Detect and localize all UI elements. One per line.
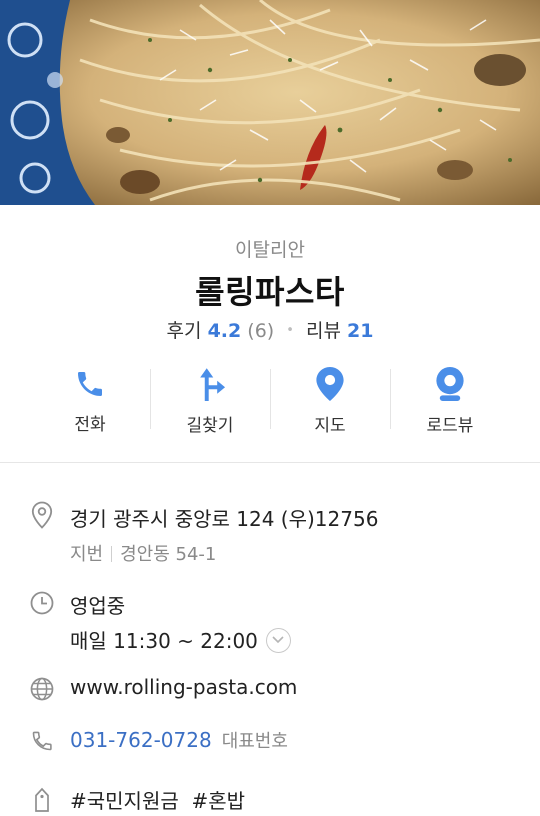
tag-list: #국민지원금 #혼밥 [70,785,245,814]
rating-count: (6) [247,320,275,342]
phone-outline-icon [30,729,54,757]
address-text: 경기 광주시 중앙로 124 (우)12756 [70,507,379,531]
lot-separator [111,546,113,562]
phone-icon [72,367,108,400]
place-name: 롤링파스타 [195,273,345,311]
call-label: 전화 [74,415,106,435]
map-button[interactable]: 지도 [270,367,390,436]
call-button[interactable]: 전화 [30,367,150,435]
phone-note: 대표번호 [221,731,288,752]
pasta-photo-image [0,0,540,205]
open-status: 영업중 [70,594,126,618]
clock-icon [30,591,54,619]
chevron-down-icon[interactable] [265,628,291,653]
place-category: 이탈리안 [235,239,305,261]
phone-number[interactable]: 031-762-0728 [70,728,212,752]
section-divider [0,462,540,463]
action-bar: 전화 길찾기 지도 로드뷰 [30,367,510,436]
lot-value: 경안동 54-1 [120,544,217,565]
separator-dot: • [286,323,294,338]
roadview-icon [432,367,468,401]
roadview-label: 로드뷰 [426,416,474,436]
tag-icon [30,787,54,815]
tag-link[interactable]: #국민지원금 [70,789,179,813]
website-link[interactable]: www.rolling-pasta.com [70,675,297,699]
lot-label: 지번 [70,544,104,565]
map-pin-icon [312,367,348,401]
directions-button[interactable]: 길찾기 [150,367,270,436]
hours-text: 매일 11:30 ~ 22:00 [70,629,258,653]
rating-value: 4.2 [207,320,242,342]
directions-label: 길찾기 [186,416,234,436]
review-count: 21 [346,320,374,342]
hours-line[interactable]: 매일 11:30 ~ 22:00 [70,625,291,655]
tag-link[interactable]: #혼밥 [191,789,245,813]
phone-line: 031-762-0728 대표번호 [70,727,288,753]
hero-photo[interactable] [0,0,540,205]
rating-summary[interactable]: 후기 4.2 (6) • 리뷰 21 [0,316,540,343]
review-label: 리뷰 [305,320,341,342]
location-icon [30,501,54,529]
lot-address: 지번 경안동 54-1 [70,540,216,566]
directions-icon [192,367,228,401]
roadview-button[interactable]: 로드뷰 [390,367,510,436]
globe-icon [30,677,54,705]
map-label: 지도 [314,416,346,436]
rating-label: 후기 [166,320,202,342]
